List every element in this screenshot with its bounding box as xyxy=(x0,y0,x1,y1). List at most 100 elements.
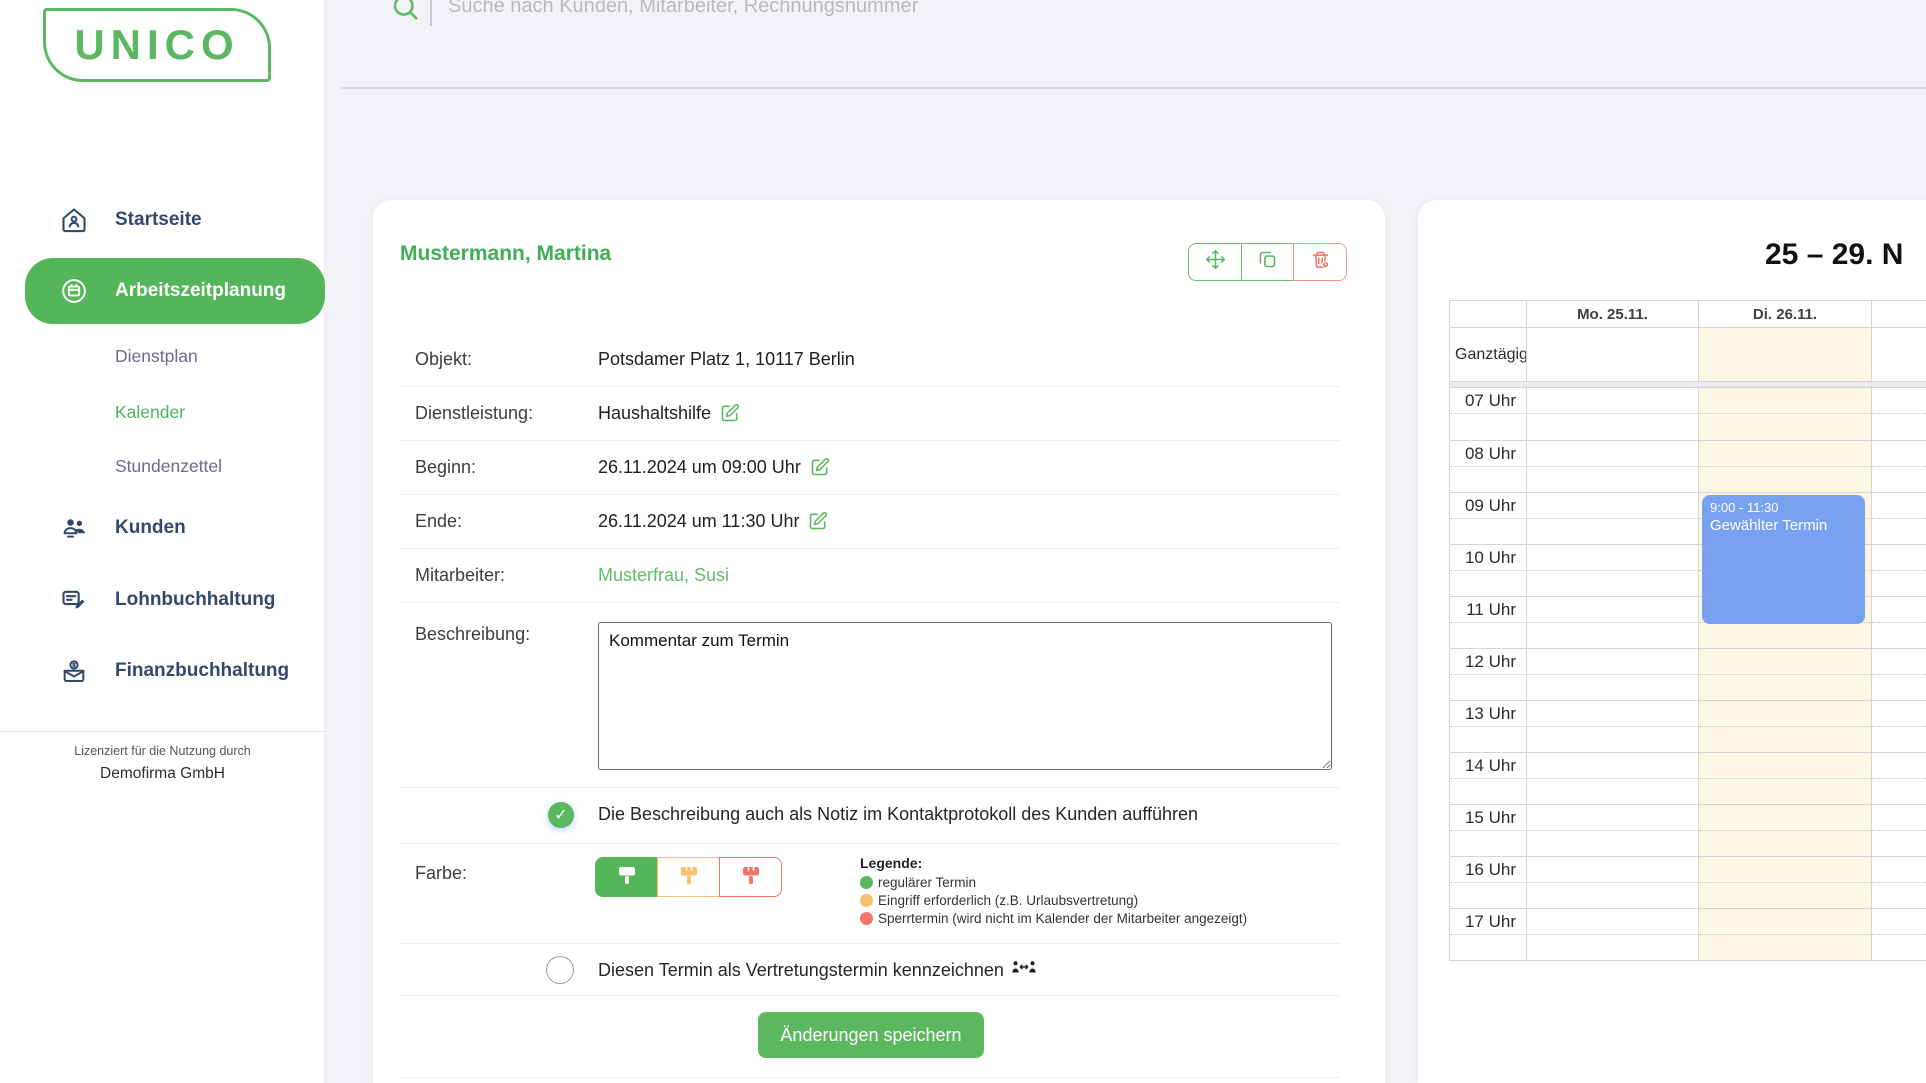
hour-row: 16 Uhr xyxy=(1450,856,1926,908)
hour-row: 07 Uhr xyxy=(1450,388,1926,440)
field-label: Dienstleistung: xyxy=(415,386,533,440)
calendar-slot-cell[interactable] xyxy=(1527,909,1699,960)
calendar-slot-cell[interactable] xyxy=(1527,805,1699,856)
field-label: Ende: xyxy=(415,494,462,548)
color-green-button[interactable] xyxy=(595,857,658,897)
calendar-slot-cell[interactable] xyxy=(1699,857,1872,908)
brush-icon xyxy=(615,863,639,892)
hour-label-cell: 14 Uhr xyxy=(1450,753,1527,804)
calendar-slot-cell[interactable] xyxy=(1527,701,1699,752)
calendar-slot-cell[interactable] xyxy=(1527,388,1699,440)
calendar-slot-cell[interactable] xyxy=(1872,857,1926,908)
legend-item-label: Eingriff erforderlich (z.B. Urlaubsvertr… xyxy=(878,893,1138,908)
calendar-slot-cell[interactable] xyxy=(1872,909,1926,960)
calendar-slot-cell[interactable] xyxy=(1699,753,1872,804)
edit-icon[interactable] xyxy=(810,457,830,477)
edit-icon[interactable] xyxy=(808,511,828,531)
color-yellow-button[interactable] xyxy=(657,857,720,897)
field-value-text: Potsdamer Platz 1, 10117 Berlin xyxy=(598,349,855,370)
calendar-slot-cell[interactable] xyxy=(1527,857,1699,908)
hour-label: 14 Uhr xyxy=(1450,753,1526,779)
sidebar-item-label: Stundenzettel xyxy=(115,456,222,477)
calendar-slot-cell[interactable] xyxy=(1872,493,1926,544)
calendar-week-title: 25 – 29. N xyxy=(1765,238,1903,272)
allday-cell[interactable] xyxy=(1872,328,1926,381)
hour-row: 14 Uhr xyxy=(1450,752,1926,804)
sidebar-item-arbeitszeitplanung[interactable]: Arbeitszeitplanung xyxy=(25,258,325,324)
field-row: Beginn:26.11.2024 um 09:00 Uhr xyxy=(373,440,1385,494)
calendar-slot-cell[interactable] xyxy=(1872,753,1926,804)
day-header-mo[interactable]: Mo. 25.11. xyxy=(1527,301,1699,327)
hour-label: 15 Uhr xyxy=(1450,805,1526,831)
delete-appointment-button[interactable] xyxy=(1293,243,1347,281)
selected-appointment-event[interactable]: 9:00 - 11:30 Gewählter Termin xyxy=(1702,495,1865,624)
day-header-di[interactable]: Di. 26.11. xyxy=(1699,301,1872,327)
calendar-slot-cell[interactable] xyxy=(1699,441,1872,492)
copy-appointment-button[interactable] xyxy=(1241,243,1295,281)
legend-item: Eingriff erforderlich (z.B. Urlaubsvertr… xyxy=(860,893,1247,908)
row-divider xyxy=(400,995,1340,996)
search-input[interactable] xyxy=(448,0,1168,28)
calendar-slot-cell[interactable] xyxy=(1527,753,1699,804)
sidebar-item-kalender[interactable]: Kalender xyxy=(0,393,325,431)
calendar-slot-cell[interactable] xyxy=(1527,597,1699,648)
hour-label-cell: 11 Uhr xyxy=(1450,597,1527,648)
note-checkbox-label: Die Beschreibung auch als Notiz im Konta… xyxy=(598,804,1198,825)
sidebar-item-startseite[interactable]: Startseite xyxy=(0,196,325,244)
calendar-slot-cell[interactable] xyxy=(1699,909,1872,960)
sidebar-item-stundenzettel[interactable]: Stundenzettel xyxy=(0,447,325,485)
calendar-slot-cell[interactable] xyxy=(1872,701,1926,752)
calendar-slot-cell[interactable] xyxy=(1527,493,1699,544)
edit-icon[interactable] xyxy=(720,403,740,423)
sidebar: UNICO Startseite Arbeitszeitplanung Dienst… xyxy=(0,0,325,1083)
calendar-slot-cell[interactable] xyxy=(1872,545,1926,596)
sidebar-item-finanzbuchhaltung[interactable]: Finanzbuchhaltung xyxy=(0,647,325,695)
calendar-slot-cell[interactable] xyxy=(1872,597,1926,648)
calendar-slot-cell[interactable] xyxy=(1527,441,1699,492)
note-checkbox[interactable]: ✓ xyxy=(548,802,574,828)
sidebar-item-label: Dienstplan xyxy=(115,346,198,367)
sidebar-item-kunden[interactable]: Kunden xyxy=(0,504,325,552)
legend-dot-icon xyxy=(860,894,873,907)
hour-label: 12 Uhr xyxy=(1450,649,1526,675)
field-label: Objekt: xyxy=(415,332,472,386)
search-icon xyxy=(390,0,420,22)
app-logo[interactable]: UNICO xyxy=(43,8,271,82)
calendar-slot-cell[interactable] xyxy=(1699,701,1872,752)
calendar-slot-cell[interactable] xyxy=(1527,545,1699,596)
calendar-slot-cell[interactable] xyxy=(1872,441,1926,492)
color-red-button[interactable] xyxy=(719,857,782,897)
sidebar-item-lohnbuchhaltung[interactable]: Lohnbuchhaltung xyxy=(0,576,325,624)
calendar-slot-cell[interactable] xyxy=(1699,649,1872,700)
row-divider xyxy=(400,943,1340,944)
allday-cell[interactable] xyxy=(1527,328,1699,381)
allday-cell-highlighted[interactable] xyxy=(1699,328,1872,381)
field-row: Dienstleistung:Haushaltshilfe xyxy=(373,386,1385,440)
employee-link[interactable]: Musterfrau, Susi xyxy=(598,565,729,586)
hour-label-cell: 08 Uhr xyxy=(1450,441,1527,492)
calendar-slot-cell[interactable] xyxy=(1699,388,1872,440)
event-title: Gewählter Termin xyxy=(1710,517,1857,534)
calendar-slot-cell[interactable] xyxy=(1872,388,1926,440)
move-appointment-button[interactable] xyxy=(1188,243,1242,281)
appointment-action-group xyxy=(1188,243,1347,281)
legend-item-label: regulärer Termin xyxy=(878,875,976,890)
hour-label: 16 Uhr xyxy=(1450,857,1526,883)
calendar-slot-cell[interactable] xyxy=(1527,649,1699,700)
save-changes-button[interactable]: Änderungen speichern xyxy=(758,1012,984,1058)
license-line1: Lizenziert für die Nutzung durch xyxy=(0,744,325,758)
description-textarea[interactable]: Kommentar zum Termin xyxy=(598,622,1332,770)
hour-label-cell: 17 Uhr xyxy=(1450,909,1527,960)
sidebar-item-dienstplan[interactable]: Dienstplan xyxy=(0,337,325,375)
substitute-radio[interactable] xyxy=(546,956,574,984)
legend-item: regulärer Termin xyxy=(860,875,1247,890)
calendar-slot-cell[interactable] xyxy=(1872,649,1926,700)
field-value: Potsdamer Platz 1, 10117 Berlin xyxy=(598,332,855,386)
sidebar-divider xyxy=(0,731,325,732)
hour-row: 08 Uhr xyxy=(1450,440,1926,492)
hour-label-cell: 09 Uhr xyxy=(1450,493,1527,544)
calendar-slot-cell[interactable] xyxy=(1872,805,1926,856)
hour-label-cell: 16 Uhr xyxy=(1450,857,1527,908)
calendar-slot-cell[interactable] xyxy=(1699,805,1872,856)
license-line2: Demofirma GmbH xyxy=(0,765,325,783)
